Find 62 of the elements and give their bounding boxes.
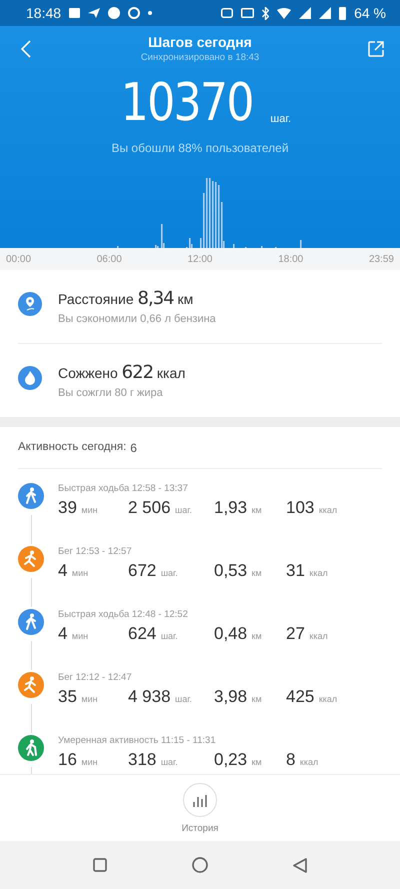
comparison-text: Вы обошли 88% пользователей (111, 141, 289, 155)
activity-metric: 0,53 км (214, 561, 263, 581)
bluetooth-icon (262, 6, 270, 20)
recent-apps-button[interactable] (92, 858, 107, 872)
time-axis-label: 06:00 (96, 254, 122, 264)
activity-metric: 624 шаг. (128, 624, 179, 644)
activity-metric: 35 мин (58, 687, 99, 707)
activity-metric: 4 мин (58, 624, 90, 644)
walker-icon (18, 609, 44, 635)
signal-icon (319, 7, 332, 19)
home-button[interactable] (192, 857, 208, 873)
sync-status: Синхронизировано в 18:43 (140, 52, 260, 63)
activity-title: Быстрая ходьба 12:58 - 13:37 (58, 483, 189, 494)
paper-plane-icon (88, 8, 100, 18)
activity-metric: 4 мин (58, 561, 90, 581)
signal-icon (299, 7, 312, 19)
activity-title: Бег 12:53 - 12:57 (58, 546, 133, 557)
runner-icon (18, 546, 44, 572)
activity-metric: 0,23 км (214, 750, 263, 770)
activity-metric: 0,48 км (214, 624, 263, 644)
stat-note: Вы сэкономили 0,66 л бензина (58, 313, 216, 325)
activity-metric: 8 ккал (286, 750, 318, 770)
activity-title: Умеренная активность 11:15 - 11:31 (58, 735, 217, 746)
bar-chart-icon (192, 793, 208, 807)
activity-metric: 2 506 шаг. (128, 498, 193, 518)
activity-count: 6 (130, 441, 137, 455)
activity-metric: 103 ккал (286, 498, 338, 518)
wifi-icon (277, 8, 292, 18)
runner-icon (18, 672, 44, 698)
page-title: Шагов сегодня (147, 34, 253, 50)
stat-value: Сожжено 622 ккал (58, 362, 186, 383)
activity-metric: 27 ккал (286, 624, 328, 644)
activity-title: Быстрая ходьба 12:48 - 12:52 (58, 609, 189, 620)
activity-metric: 672 шаг. (128, 561, 179, 581)
dot-icon (148, 11, 152, 15)
step-count: 10370 (120, 75, 253, 131)
time-axis-label: 00:00 (6, 254, 32, 264)
location-pin-icon (18, 292, 42, 316)
battery-level: 64 % (354, 5, 386, 21)
step-unit: шаг. (270, 113, 292, 125)
activity-label: Активность сегодня: (18, 441, 126, 455)
screen-icon (241, 8, 254, 18)
time-axis-label: 12:00 (187, 254, 212, 264)
status-time: 18:48 (26, 5, 62, 21)
activity-metric: 39 мин (58, 498, 99, 518)
activity-metric: 318 шаг. (128, 750, 179, 770)
activity-metric: 4 938 шаг. (128, 687, 193, 707)
stat-value: Расстояние 8,34 км (58, 288, 194, 309)
activity-metric: 3,98 км (214, 687, 263, 707)
time-axis-label: 18:00 (278, 254, 304, 264)
activity-title: Бег 12:12 - 12:47 (58, 672, 133, 683)
activity-metric: 425 ккал (286, 687, 338, 707)
time-axis-label: 23:59 (368, 254, 394, 264)
activity-metric: 31 ккал (286, 561, 328, 581)
hiker-icon (18, 735, 44, 761)
back-nav-button[interactable] (293, 858, 308, 872)
stat-note: Вы сожгли 80 г жира (58, 387, 164, 399)
share-button[interactable] (366, 38, 386, 58)
battery-icon (339, 6, 346, 20)
walker-icon (18, 483, 44, 509)
activity-metric: 16 мин (58, 750, 99, 770)
activity-metric: 1,93 км (214, 498, 263, 518)
